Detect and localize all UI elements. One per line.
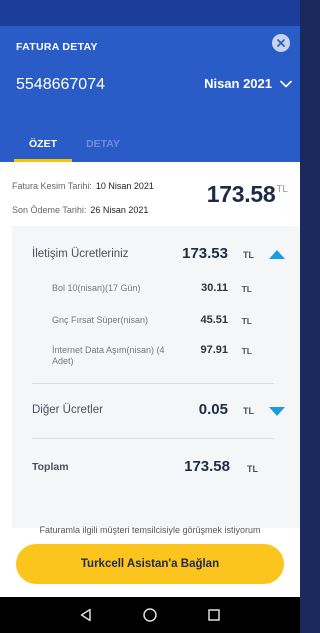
cut-date-label: Fatura Kesim Tarihi: (12, 181, 92, 191)
line-item-label: İnternet Data Aşım(nisan) (4 Adet) (52, 345, 165, 366)
other-charges-currency: TL (243, 406, 254, 416)
communication-charges-amount: 173.53 (182, 245, 228, 262)
phone-number: 5548667074 (16, 76, 105, 93)
expand-toggle[interactable] (268, 405, 286, 417)
divider (32, 438, 274, 439)
triangle-up-icon (269, 249, 285, 259)
other-charges-label: Diğer Ücretler (32, 404, 103, 416)
line-item-currency: TL (241, 316, 252, 326)
charges-panel: İletişim Ücretleriniz 173.53 TL Bol 10(n… (12, 226, 300, 528)
tab-bar: ÖZET DETAY (0, 132, 300, 162)
period-selector[interactable]: Nisan 2021 (204, 76, 292, 91)
back-triangle-icon (80, 608, 91, 622)
tab-detay[interactable]: DETAY (76, 132, 130, 162)
line-item-label: Gnç Fırsat Süper(nisan) (52, 315, 149, 325)
line-item-amount: 97.91 (200, 344, 228, 356)
support-prompt: Faturamla ilgili müşteri temsilcisiyle g… (39, 525, 261, 535)
cut-date-row: Fatura Kesim Tarihi: 10 Nisan 2021 (12, 174, 154, 198)
other-charges-amount: 0.05 (198, 401, 228, 418)
header: FATURA DETAY 5548667074 Nisan 2021 ÖZET … (0, 26, 300, 162)
bill-dates: Fatura Kesim Tarihi: 10 Nisan 2021 Son Ö… (12, 174, 154, 222)
line-item-amount: 45.51 (200, 314, 228, 326)
tab-ozet[interactable]: ÖZET (14, 132, 72, 162)
due-date-value: 26 Nisan 2021 (90, 205, 149, 215)
line-item-currency: TL (241, 346, 252, 356)
line-item: Bol 10(nisan)(17 Gün) 30.11 TL (12, 282, 300, 296)
nav-recents-button[interactable] (205, 606, 223, 624)
chevron-down-icon (280, 80, 292, 87)
communication-charges-label: İletişim Ücretleriniz (32, 248, 129, 260)
line-item-amount: 30.11 (201, 282, 228, 294)
period-label: Nisan 2021 (204, 76, 272, 91)
bill-total: 173.58 TL (207, 181, 288, 208)
home-circle-icon (143, 608, 157, 622)
recents-square-icon (208, 609, 220, 621)
other-charges-row[interactable]: Diğer Ücretler 0.05 TL (12, 400, 300, 422)
grand-total-row: Toplam 173.58 TL (12, 458, 300, 478)
close-button[interactable] (272, 34, 290, 52)
cut-date-value: 10 Nisan 2021 (95, 181, 154, 191)
grand-total-amount: 173.58 (184, 458, 230, 475)
collapse-toggle[interactable] (268, 248, 286, 260)
triangle-down-icon (269, 406, 285, 416)
nav-back-button[interactable] (77, 606, 95, 624)
grand-total-label: Toplam (32, 461, 69, 473)
bill-total-amount: 173.58 (206, 181, 276, 207)
line-item: Gnç Fırsat Süper(nisan) 45.51 TL (12, 314, 300, 328)
nav-home-button[interactable] (141, 606, 159, 624)
due-date-label: Son Ödeme Tarihi: (12, 205, 87, 215)
status-bar (0, 0, 300, 26)
system-nav-bar (0, 597, 300, 633)
line-item: İnternet Data Aşım(nisan) (4 Adet) 97.91… (12, 344, 300, 370)
content-area: Fatura Kesim Tarihi: 10 Nisan 2021 Son Ö… (0, 162, 300, 597)
grand-total-currency: TL (247, 464, 258, 474)
page-title: FATURA DETAY (16, 41, 98, 53)
divider (32, 383, 274, 384)
bill-total-currency: TL (276, 184, 288, 195)
due-date-row: Son Ödeme Tarihi: 26 Nisan 2021 (12, 198, 154, 222)
communication-charges-row[interactable]: İletişim Ücretleriniz 173.53 TL (12, 244, 300, 266)
connect-assistant-button[interactable]: Turkcell Asistan'a Bağlan (16, 544, 284, 584)
close-icon (277, 39, 285, 47)
line-item-label: Bol 10(nisan)(17 Gün) (52, 283, 141, 293)
communication-charges-currency: TL (243, 250, 254, 260)
line-item-currency: TL (241, 284, 252, 294)
